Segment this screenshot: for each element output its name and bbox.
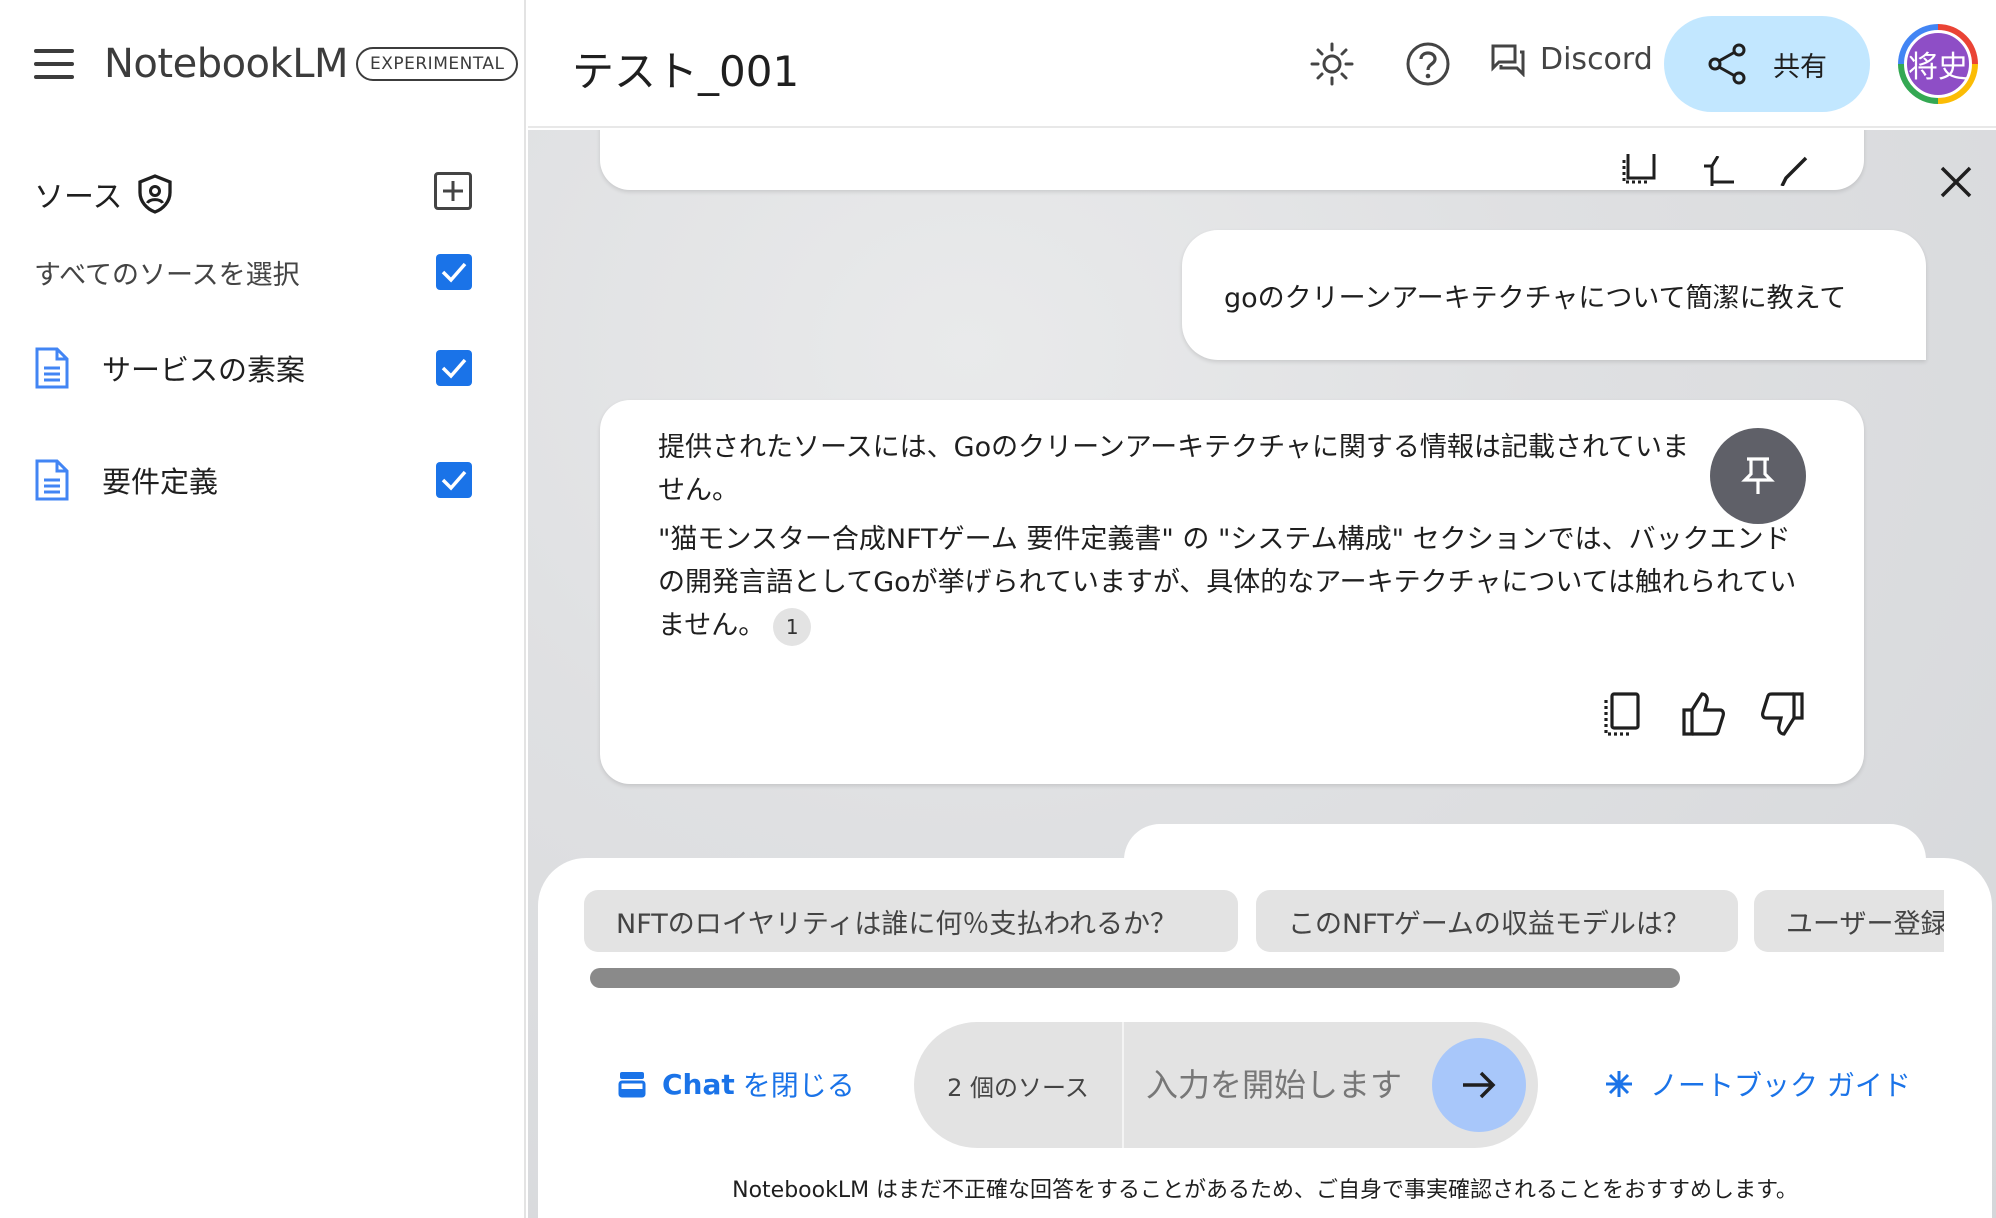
chat-input-panel: NFTのロイヤリティは誰に何％支払われるか？ このNFTゲームの収益モデルは？ …: [538, 858, 1992, 1218]
check-icon: [441, 358, 467, 379]
source-checkbox[interactable]: [436, 462, 472, 498]
brand: NotebookLM EXPERIMENTAL: [34, 40, 519, 88]
chat-input-wrapper: 2 個のソース: [914, 1022, 1538, 1148]
user-message-text: goのクリーンアーキテクチャについて簡潔に教えて: [1224, 282, 1847, 314]
close-chat-button[interactable]: Chat を閉じる: [618, 1064, 855, 1104]
add-source-button[interactable]: [434, 172, 472, 210]
suggestions-scrollbar[interactable]: [590, 968, 1680, 988]
select-all-label: すべてのソースを選択: [34, 260, 300, 291]
document-icon: [35, 347, 69, 389]
sources-title: ソース: [34, 180, 123, 215]
close-chat-rest: を閉じる: [742, 1069, 855, 1102]
share-label: 共有: [1773, 51, 1827, 83]
discord-label: Discord: [1540, 42, 1653, 77]
pin-to-note-button[interactable]: [1710, 428, 1806, 524]
select-all-checkbox[interactable]: [436, 254, 472, 290]
send-button[interactable]: [1432, 1038, 1526, 1132]
copy-icon[interactable]: [1600, 690, 1648, 738]
discord-icon: [1491, 44, 1525, 77]
discord-link[interactable]: Discord: [1490, 42, 1653, 77]
help-icon: [1406, 42, 1450, 86]
user-message-bubble: goのクリーンアーキテクチャについて簡潔に教えて: [1182, 230, 1926, 360]
sidebar: NotebookLM EXPERIMENTAL ソース すべてのソースを選択 サ…: [0, 0, 526, 1218]
source-item[interactable]: サービスの素案: [34, 346, 305, 390]
thumb-down-icon[interactable]: [1758, 690, 1806, 738]
close-icon[interactable]: [1934, 160, 1978, 204]
app-name: NotebookLM: [104, 41, 348, 87]
citation-badge[interactable]: 1: [773, 607, 812, 646]
source-count-button[interactable]: 2 個のソース: [914, 1022, 1124, 1148]
source-label: 要件定義: [102, 465, 219, 499]
menu-icon[interactable]: [34, 49, 74, 79]
source-checkbox[interactable]: [436, 350, 472, 386]
answer-text: 提供されたソースには、Goのクリーンアーキテクチャに関する情報は記載されていませ…: [658, 426, 1808, 653]
suggestion-chip[interactable]: このNFTゲームの収益モデルは？: [1256, 890, 1738, 952]
brightness-icon: [1310, 42, 1354, 86]
source-item[interactable]: 要件定義: [34, 458, 218, 502]
answer-paragraph: "猫モンスター合成NFTゲーム 要件定義書" の "システム構成" セクションで…: [658, 518, 1808, 647]
check-icon: [441, 262, 467, 283]
answer-card: 提供されたソースには、Goのクリーンアーキテクチャに関する情報は記載されていませ…: [600, 400, 1864, 784]
send-arrow-icon: [1463, 1071, 1496, 1099]
chat-panel-icon: [618, 1072, 646, 1098]
close-chat-bold: Chat: [662, 1067, 735, 1101]
suggestion-chip[interactable]: NFTのロイヤリティは誰に何％支払われるか？: [584, 890, 1238, 952]
experimental-badge: EXPERIMENTAL: [355, 47, 519, 81]
sources-header: ソース: [34, 172, 173, 216]
add-icon: [443, 181, 463, 201]
notebook-guide-label: ノートブック ガイド: [1650, 1069, 1911, 1102]
disclaimer-text: NotebookLM はまだ不正確な回答をすることがあるため、ご自身で事実確認さ…: [732, 1178, 1798, 1203]
chat-input[interactable]: [1126, 1022, 1426, 1148]
suggestion-chip[interactable]: ユーザー登録: [1754, 890, 1944, 952]
notebook-title[interactable]: テスト_001: [572, 38, 799, 99]
previous-answer-card: [600, 130, 1864, 190]
sparkle-icon: [1606, 1071, 1632, 1097]
avatar[interactable]: 将史: [1898, 24, 1978, 104]
check-icon: [441, 470, 467, 491]
answer-paragraph-text: "猫モンスター合成NFTゲーム 要件定義書" の "システム構成" セクションで…: [658, 524, 1797, 641]
shield-icon: [137, 174, 172, 214]
share-button[interactable]: 共有: [1664, 16, 1870, 112]
copy-icon[interactable]: [1620, 154, 1660, 184]
notebook-guide-button[interactable]: ノートブック ガイド: [1604, 1064, 1911, 1104]
document-icon: [35, 459, 69, 501]
thumb-up-icon[interactable]: [1700, 156, 1740, 186]
thumb-up-icon[interactable]: [1680, 690, 1728, 738]
help-button[interactable]: [1404, 40, 1452, 88]
source-label: サービスの素案: [102, 353, 306, 387]
theme-toggle-button[interactable]: [1308, 40, 1356, 88]
pin-icon: [1741, 457, 1775, 494]
share-icon: [1708, 43, 1746, 85]
avatar-initials: 将史: [1904, 30, 1972, 98]
top-header: テスト_001 Discord 共有 将史: [528, 0, 1996, 128]
edit-icon[interactable]: [1776, 156, 1816, 186]
answer-paragraph: 提供されたソースには、Goのクリーンアーキテクチャに関する情報は記載されていませ…: [658, 432, 1690, 506]
